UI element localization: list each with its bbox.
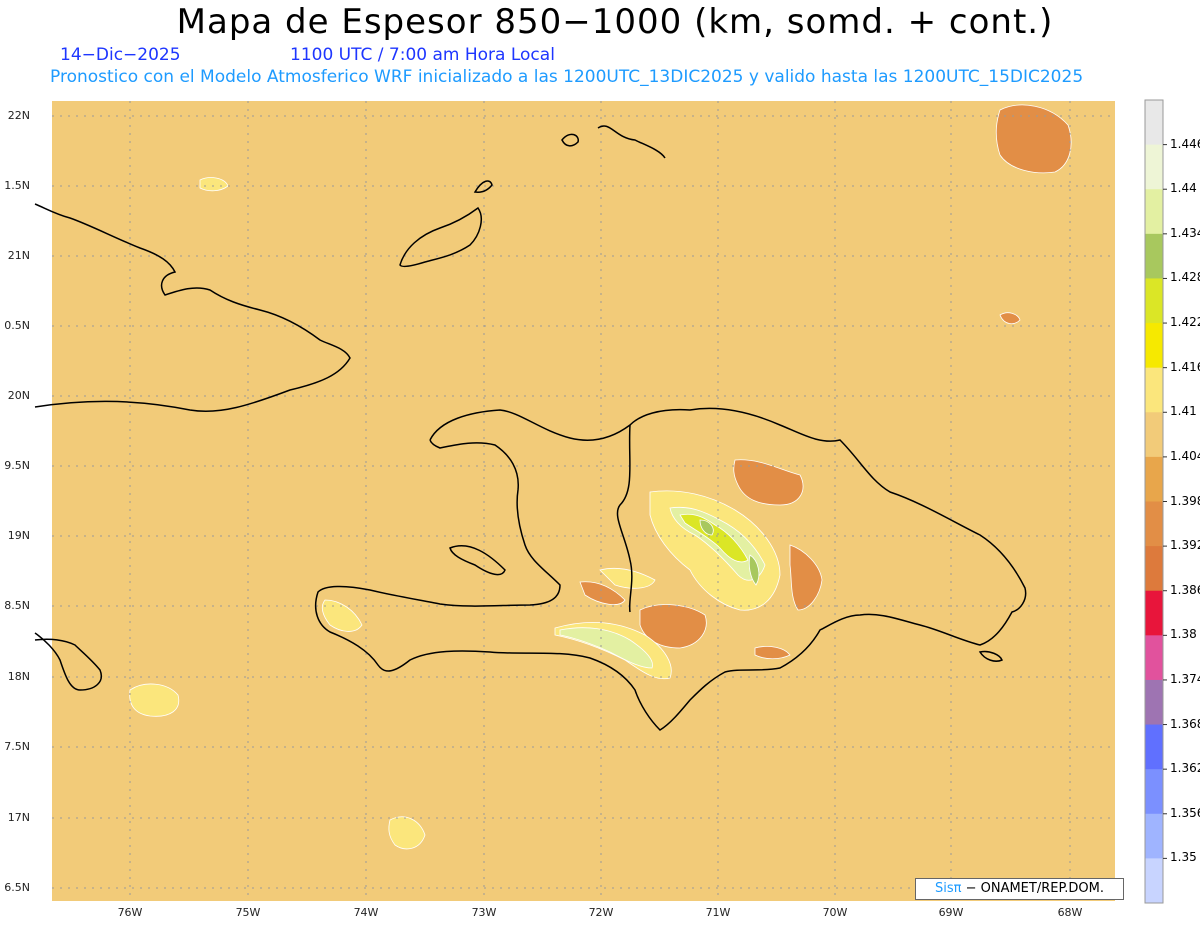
colorbar-label: 1.38 (1170, 627, 1197, 642)
latitude-label: 9.5N (4, 459, 30, 472)
longitude-label: 72W (588, 906, 614, 919)
colorbar-swatch (1145, 144, 1163, 190)
colorbar-label: 1.446 (1170, 136, 1200, 151)
colorbar-swatch (1145, 501, 1163, 547)
colorbar-label: 1.362 (1170, 761, 1200, 776)
colorbar-swatch (1145, 412, 1163, 458)
colorbar (1144, 99, 1167, 904)
colorbar-swatch (1145, 724, 1163, 770)
latitude-label: 19N (7, 529, 30, 542)
colorbar-swatch (1145, 546, 1163, 592)
colorbar-label: 1.35 (1170, 850, 1197, 865)
colorbar-swatch (1145, 456, 1163, 502)
latitude-label: 21N (7, 249, 30, 262)
latitude-label: 20N (7, 389, 30, 402)
latitude-label: 7.5N (4, 740, 30, 753)
colorbar-label: 1.41 (1170, 404, 1197, 419)
colorbar-label: 1.398 (1170, 493, 1200, 508)
longitude-label: 68W (1057, 906, 1083, 919)
latitude-label: 0.5N (4, 319, 30, 332)
longitude-label: 76W (117, 906, 143, 919)
colorbar-label: 1.422 (1170, 315, 1200, 330)
longitude-label: 75W (235, 906, 261, 919)
colorbar-swatch (1145, 323, 1163, 369)
colorbar-label: 1.392 (1170, 538, 1200, 553)
credit-text: − ONAMET/REP.DOM. (961, 881, 1104, 896)
colorbar-label: 1.416 (1170, 359, 1200, 374)
latitude-label: 22N (7, 109, 30, 122)
map-background (52, 101, 1115, 901)
colorbar-swatch (1145, 278, 1163, 324)
longitude-label: 71W (705, 906, 731, 919)
colorbar-label: 1.356 (1170, 805, 1200, 820)
longitude-label: 73W (471, 906, 497, 919)
colorbar-swatch (1145, 233, 1163, 279)
colorbar-swatch (1145, 590, 1163, 636)
credit-box: Sisπ − ONAMET/REP.DOM. (915, 878, 1124, 900)
latitude-label: 8.5N (4, 599, 30, 612)
colorbar-swatch (1145, 189, 1163, 235)
latitude-label: 1.5N (4, 179, 30, 192)
colorbar-label: 1.44 (1170, 181, 1197, 196)
jamaica-light-zone (129, 683, 180, 717)
colorbar-swatch (1145, 769, 1163, 815)
colorbar-swatch (1145, 813, 1163, 859)
latitude-label: 6.5N (4, 881, 30, 894)
colorbar-swatch (1145, 367, 1163, 413)
colorbar-label: 1.404 (1170, 448, 1200, 463)
colorbar-swatch (1145, 679, 1163, 726)
latitude-label: 17N (7, 811, 30, 824)
colorbar-swatch (1145, 100, 1163, 146)
colorbar-label: 1.386 (1170, 582, 1200, 597)
colorbar-label: 1.428 (1170, 270, 1200, 285)
thickness-field (52, 101, 1115, 901)
thickness-map (34, 99, 1167, 904)
colorbar-swatch (1145, 635, 1163, 681)
colorbar-label: 1.368 (1170, 716, 1200, 731)
longitude-label: 69W (938, 906, 964, 919)
longitude-label: 70W (822, 906, 848, 919)
longitude-label: 74W (353, 906, 379, 919)
colorbar-label: 1.434 (1170, 225, 1200, 240)
colorbar-swatch (1145, 858, 1163, 904)
colorbar-label: 1.374 (1170, 671, 1200, 686)
latitude-label: 18N (7, 670, 30, 683)
sispi-logo: Sisπ (934, 881, 962, 896)
